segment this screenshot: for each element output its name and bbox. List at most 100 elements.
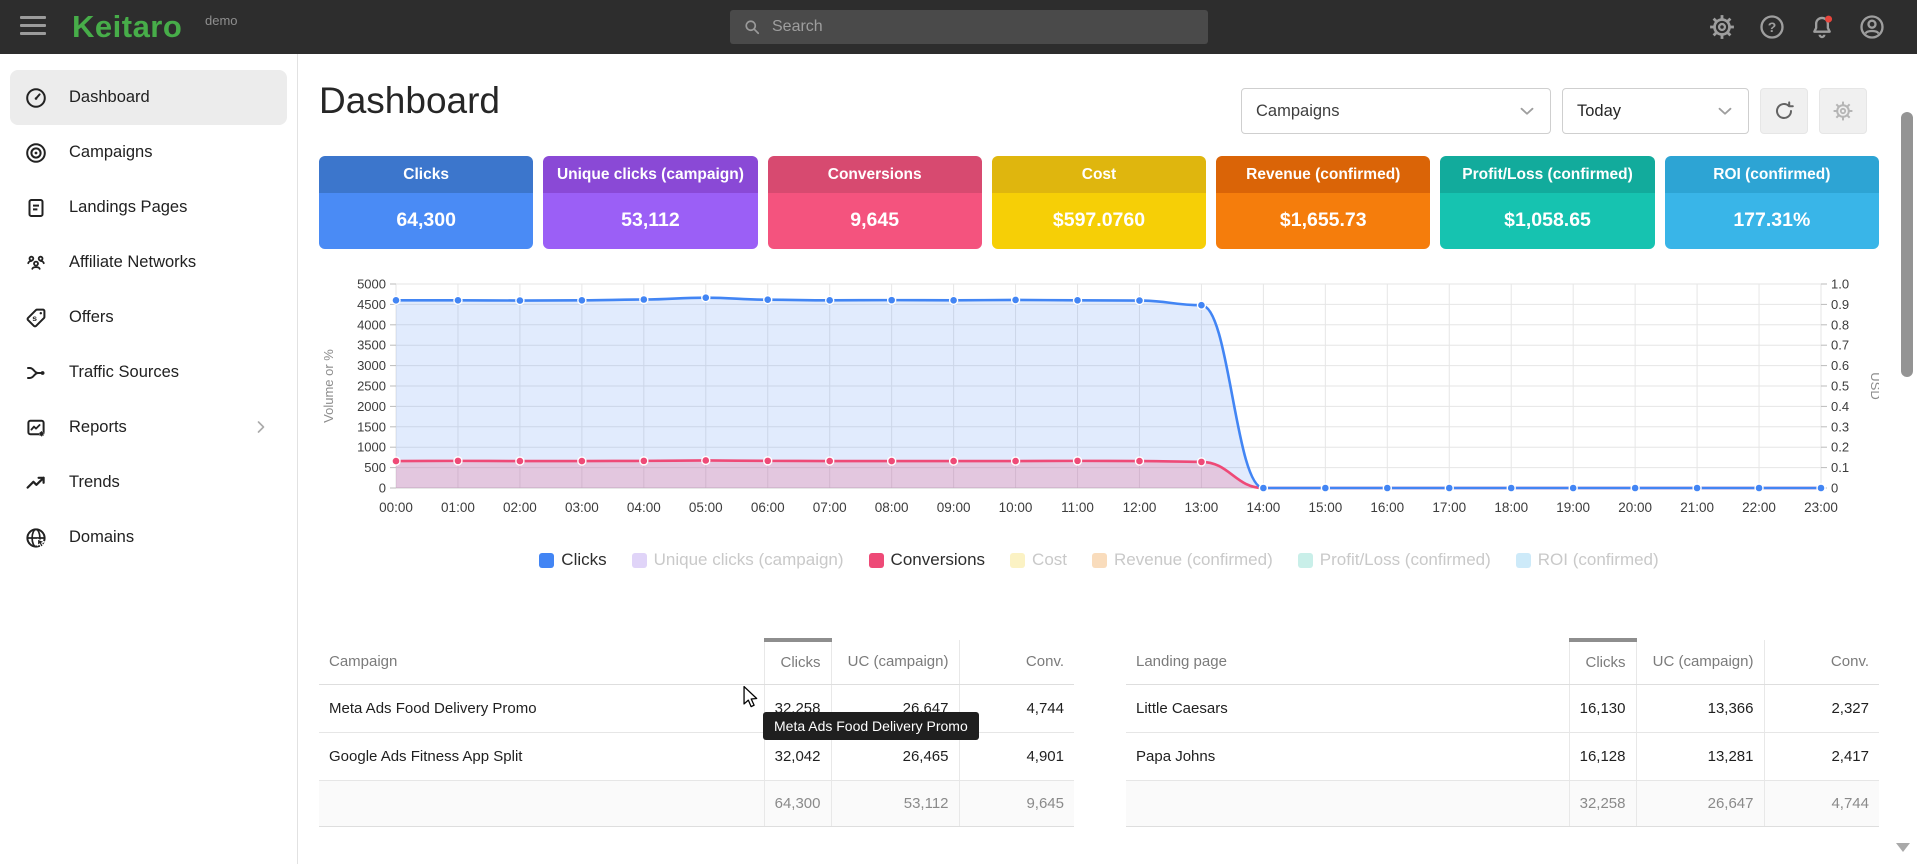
main-content: Dashboard Campaigns Today bbox=[299, 54, 1917, 864]
chevron-down-icon bbox=[1714, 100, 1736, 122]
notification-dot bbox=[1825, 16, 1832, 23]
sidebar-item-dashboard[interactable]: Dashboard bbox=[10, 70, 287, 125]
svg-text:19:00: 19:00 bbox=[1556, 500, 1590, 515]
legend-swatch bbox=[1092, 553, 1107, 568]
group-filter-select[interactable]: Campaigns bbox=[1241, 88, 1551, 134]
legend-swatch bbox=[869, 553, 884, 568]
top-navbar: Keitaro demo ? bbox=[0, 0, 1917, 54]
sidebar-item-domains[interactable]: Domains bbox=[10, 510, 287, 565]
row-tooltip: Meta Ads Food Delivery Promo bbox=[763, 712, 979, 740]
svg-text:11:00: 11:00 bbox=[1061, 500, 1094, 515]
svg-text:18:00: 18:00 bbox=[1494, 500, 1528, 515]
svg-text:02:00: 02:00 bbox=[503, 500, 537, 515]
sidebar-item-offers[interactable]: s Offers bbox=[10, 290, 287, 345]
legend-label: Conversions bbox=[891, 550, 986, 570]
legend-label: Unique clicks (campaign) bbox=[654, 550, 844, 570]
speedometer-icon bbox=[24, 86, 48, 110]
sidebar-item-label: Affiliate Networks bbox=[69, 253, 196, 272]
search-input[interactable] bbox=[772, 18, 1196, 36]
people-icon bbox=[24, 251, 48, 275]
column-header-uc-campaign[interactable]: UC (campaign) bbox=[1636, 640, 1764, 684]
table-row[interactable]: Papa Johns16,12813,2812,417 bbox=[1126, 732, 1879, 780]
column-header-clicks[interactable]: Clicks bbox=[764, 640, 831, 684]
sidebar-item-label: Landings Pages bbox=[69, 198, 187, 217]
legend-item-roi-confirmed[interactable]: ROI (confirmed) bbox=[1516, 550, 1659, 570]
stat-card-label: Cost bbox=[992, 156, 1206, 193]
svg-text:0.5: 0.5 bbox=[1831, 379, 1849, 394]
column-header-conv[interactable]: Conv. bbox=[1764, 640, 1879, 684]
table-row[interactable]: Little Caesars16,13013,3662,327 bbox=[1126, 684, 1879, 732]
report-chart-icon bbox=[24, 416, 48, 440]
global-search bbox=[730, 10, 1208, 44]
totals-cell-conv: 9,645 bbox=[959, 780, 1074, 826]
gear-icon[interactable] bbox=[1708, 13, 1736, 41]
legend-label: Cost bbox=[1032, 550, 1067, 570]
scrollbar-down-arrow-icon[interactable] bbox=[1896, 843, 1910, 852]
legend-item-revenue-confirmed[interactable]: Revenue (confirmed) bbox=[1092, 550, 1273, 570]
svg-text:0.6: 0.6 bbox=[1831, 358, 1849, 373]
date-range-select[interactable]: Today bbox=[1562, 88, 1749, 134]
menu-toggle-icon[interactable] bbox=[20, 16, 46, 38]
stat-card-unique-clicks-campaign[interactable]: Unique clicks (campaign)53,112 bbox=[543, 156, 757, 249]
column-header-campaign[interactable]: Campaign bbox=[319, 640, 764, 684]
column-header-uc-campaign[interactable]: UC (campaign) bbox=[831, 640, 959, 684]
stat-card-clicks[interactable]: Clicks64,300 bbox=[319, 156, 533, 249]
svg-text:15:00: 15:00 bbox=[1308, 500, 1342, 515]
column-header-landing-page[interactable]: Landing page bbox=[1126, 640, 1569, 684]
legend-swatch bbox=[539, 553, 554, 568]
legend-swatch bbox=[1516, 553, 1531, 568]
svg-text:13:00: 13:00 bbox=[1185, 500, 1219, 515]
sidebar-item-campaigns[interactable]: Campaigns bbox=[10, 125, 287, 180]
brand-badge: demo bbox=[205, 13, 238, 28]
svg-text:05:00: 05:00 bbox=[689, 500, 723, 515]
stat-card-profit-loss-confirmed[interactable]: Profit/Loss (confirmed)$1,058.65 bbox=[1440, 156, 1654, 249]
sidebar-item-affiliate-networks[interactable]: Affiliate Networks bbox=[10, 235, 287, 290]
svg-text:04:00: 04:00 bbox=[627, 500, 661, 515]
svg-text:16:00: 16:00 bbox=[1370, 500, 1404, 515]
stat-card-label: Revenue (confirmed) bbox=[1216, 156, 1430, 193]
sidebar-item-reports[interactable]: Reports bbox=[10, 400, 287, 455]
totals-cell-clicks: 64,300 bbox=[764, 780, 831, 826]
settings-icon bbox=[1831, 99, 1855, 123]
help-icon[interactable]: ? bbox=[1758, 13, 1786, 41]
price-tag-icon: s bbox=[24, 306, 48, 330]
svg-text:20:00: 20:00 bbox=[1618, 500, 1652, 515]
stat-card-cost[interactable]: Cost$597.0760 bbox=[992, 156, 1206, 249]
legend-item-profit-loss-confirmed[interactable]: Profit/Loss (confirmed) bbox=[1298, 550, 1491, 570]
legend-label: Clicks bbox=[561, 550, 606, 570]
legend-item-cost[interactable]: Cost bbox=[1010, 550, 1067, 570]
refresh-button[interactable] bbox=[1760, 88, 1808, 134]
svg-text:07:00: 07:00 bbox=[813, 500, 847, 515]
table-cell-uc: 13,281 bbox=[1636, 732, 1764, 780]
account-icon[interactable] bbox=[1858, 13, 1886, 41]
target-icon bbox=[24, 141, 48, 165]
dashboard-settings-button[interactable] bbox=[1819, 88, 1867, 134]
stat-card-value: 64,300 bbox=[319, 193, 533, 249]
svg-text:06:00: 06:00 bbox=[751, 500, 785, 515]
date-range-value: Today bbox=[1577, 102, 1621, 121]
sidebar-item-trends[interactable]: Trends bbox=[10, 455, 287, 510]
table-cell-conv: 2,417 bbox=[1764, 732, 1879, 780]
stat-card-conversions[interactable]: Conversions9,645 bbox=[768, 156, 982, 249]
totals-cell-name bbox=[319, 780, 764, 826]
stat-card-value: $1,655.73 bbox=[1216, 193, 1430, 249]
legend-item-clicks[interactable]: Clicks bbox=[539, 550, 606, 570]
stat-card-revenue-confirmed[interactable]: Revenue (confirmed)$1,655.73 bbox=[1216, 156, 1430, 249]
column-header-conv[interactable]: Conv. bbox=[959, 640, 1074, 684]
sidebar-item-traffic-sources[interactable]: Traffic Sources bbox=[10, 345, 287, 400]
svg-text:03:00: 03:00 bbox=[565, 500, 599, 515]
legend-label: Profit/Loss (confirmed) bbox=[1320, 550, 1491, 570]
stat-card-roi-confirmed[interactable]: ROI (confirmed)177.31% bbox=[1665, 156, 1879, 249]
stat-cards-row: Clicks64,300Unique clicks (campaign)53,1… bbox=[319, 156, 1879, 249]
scrollbar-thumb[interactable] bbox=[1901, 112, 1913, 377]
table-header-row: Landing pageClicksUC (campaign)Conv. bbox=[1126, 640, 1879, 684]
sidebar-item-landings-pages[interactable]: Landings Pages bbox=[10, 180, 287, 235]
svg-text:0.3: 0.3 bbox=[1831, 419, 1849, 434]
svg-text:0.1: 0.1 bbox=[1831, 460, 1849, 475]
column-header-clicks[interactable]: Clicks bbox=[1569, 640, 1636, 684]
stat-card-value: 9,645 bbox=[768, 193, 982, 249]
legend-item-conversions[interactable]: Conversions bbox=[869, 550, 986, 570]
svg-text:23:00: 23:00 bbox=[1804, 500, 1838, 515]
notifications-icon[interactable] bbox=[1808, 13, 1836, 41]
legend-item-unique-clicks-campaign[interactable]: Unique clicks (campaign) bbox=[632, 550, 844, 570]
